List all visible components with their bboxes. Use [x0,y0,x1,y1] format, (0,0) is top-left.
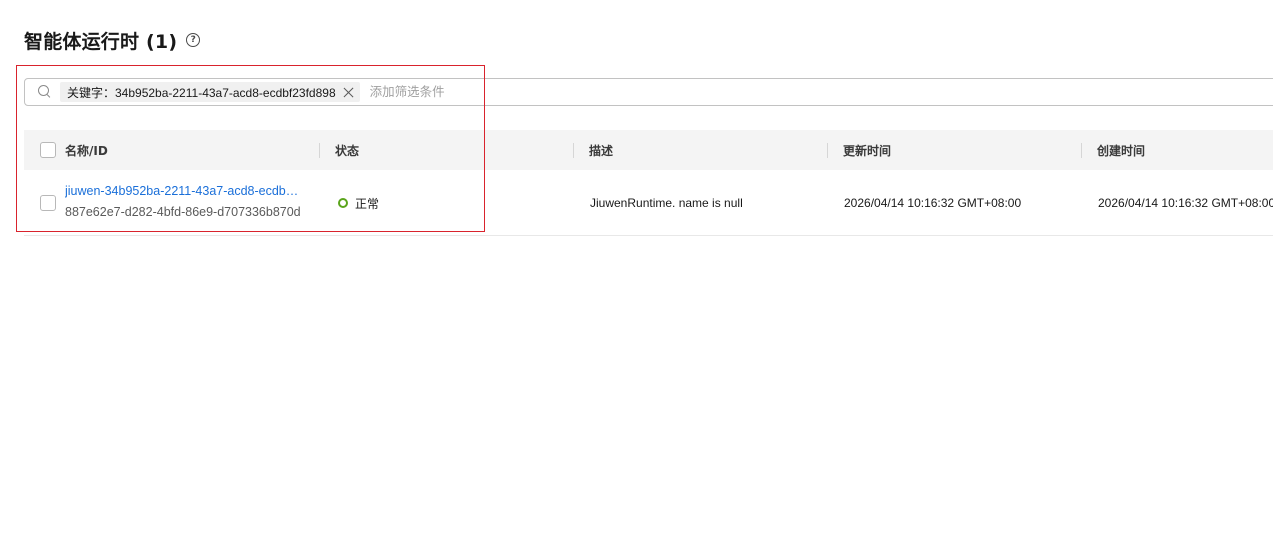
column-header-updated[interactable]: 更新时间 [843,130,891,170]
status-ok-icon [338,198,348,208]
search-bar[interactable]: 关键字：34b952ba-2211-43a7-acd8-ecdbf23fd898 [24,78,1273,106]
filter-tag: 关键字：34b952ba-2211-43a7-acd8-ecdbf23fd898 [60,82,360,102]
row-select-cell [40,170,56,236]
column-header-name[interactable]: 名称/ID [65,130,108,170]
status-cell: 正常 [338,170,379,236]
description-cell: JiuwenRuntime. name is null [590,196,743,210]
select-all-cell [40,130,56,170]
close-icon[interactable] [343,87,354,98]
row-checkbox[interactable] [40,195,56,211]
search-icon [38,85,52,99]
table-header: 名称/ID 状态 描述 更新时间 创建时间 [24,130,1273,170]
column-divider[interactable] [319,143,320,158]
column-header-description[interactable]: 描述 [589,130,613,170]
column-header-status[interactable]: 状态 [335,130,359,170]
column-divider[interactable] [1081,143,1082,158]
page-title: 智能体运行时 (1) [24,30,178,53]
search-input[interactable] [369,81,770,103]
created-time-cell: 2026/04/14 10:16:32 GMT+08:00 [1098,196,1273,210]
column-header-created[interactable]: 创建时间 [1097,130,1145,170]
filter-tag-label: 关键字：34b952ba-2211-43a7-acd8-ecdbf23fd898 [67,85,336,100]
select-all-checkbox[interactable] [40,142,56,158]
updated-time-cell: 2026/04/14 10:16:32 GMT+08:00 [844,196,1022,210]
question-circle-icon[interactable]: ? [186,33,201,47]
runtime-id: 887e62e7-d282-4bfd-86e9-d707336b870d [65,205,301,219]
status-text: 正常 [355,196,380,211]
runtime-name-link[interactable]: jiuwen-34b952ba-2211-43a7-acd8-ecdbf23fd… [65,184,301,198]
column-divider[interactable] [827,143,828,158]
table-row: jiuwen-34b952ba-2211-43a7-acd8-ecdbf23fd… [24,170,1273,236]
column-divider[interactable] [573,143,574,158]
data-table: 名称/ID 状态 描述 更新时间 创建时间 jiuwen-34b952ba-22… [24,130,1273,236]
page: 智能体运行时 (1) ? 关键字：34b952ba-2211-43a7-acd8… [0,0,1273,536]
title-row: 智能体运行时 (1) ? [24,27,201,53]
